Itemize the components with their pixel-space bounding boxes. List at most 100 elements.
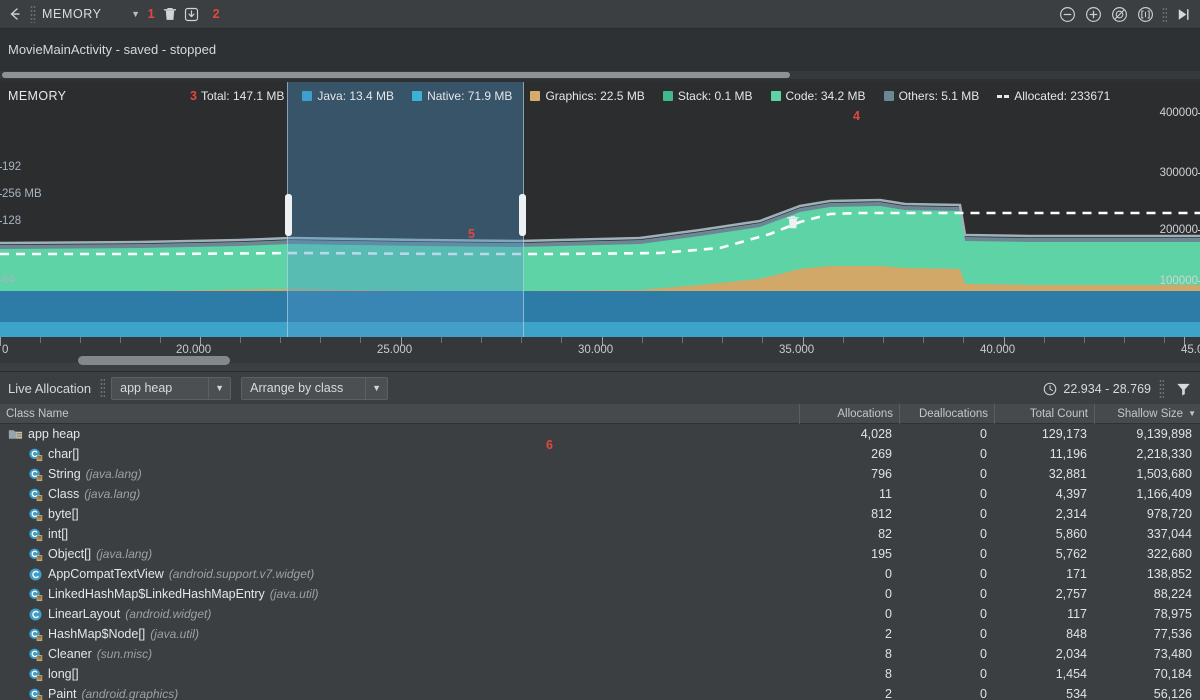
cell-allocations: 796 <box>871 467 892 481</box>
class-package-label: (android.graphics) <box>81 687 179 700</box>
cell-shallow-size: 978,720 <box>1146 507 1192 521</box>
allocation-title: Live Allocation <box>8 380 92 396</box>
cell-total-count: 2,034 <box>1055 647 1087 661</box>
table-row[interactable]: long[] 8 0 1,454 70,184 <box>0 664 1200 684</box>
class-name-label: char[] <box>48 447 80 461</box>
table-row[interactable]: LinearLayout (android.widget) 0 0 117 78,975 <box>0 604 1200 624</box>
class-name-label: Paint <box>48 687 77 700</box>
column-header-class-name[interactable]: Class Name <box>0 403 800 424</box>
class-package-label: (java.lang) <box>85 467 142 481</box>
class-name-label: long[] <box>48 667 79 681</box>
cell-shallow-size: 56,126 <box>1153 687 1192 700</box>
class-package-label: (sun.misc) <box>96 647 153 661</box>
table-row[interactable]: AppCompatTextView (android.support.v7.wid… <box>0 564 1200 584</box>
table-row[interactable]: Cleaner (sun.misc) 8 0 2,034 73,480 <box>0 644 1200 664</box>
class-array-icon <box>29 648 43 661</box>
allocation-table-body[interactable]: app heap 4,028 0 129,173 9,139,898 char[] 269 0… <box>0 424 1200 700</box>
timeline-range-thumb[interactable] <box>78 356 230 365</box>
table-row[interactable]: app heap 4,028 0 129,173 9,139,898 <box>0 424 1200 444</box>
arrange-select[interactable]: Arrange by class ▼ <box>241 376 389 400</box>
class-name-cell: Class (java.lang) <box>0 487 800 502</box>
timeline-range-scrollbar[interactable] <box>0 355 1200 367</box>
heap-select-value: app heap <box>120 381 173 395</box>
zoom-in-button[interactable] <box>1081 2 1106 27</box>
heap-select[interactable]: app heap ▼ <box>111 376 232 400</box>
class-name-cell: AppCompatTextView (android.support.v7.wid… <box>0 567 800 582</box>
class-name-label: app heap <box>28 427 81 441</box>
allocation-toolbar: Live Allocation app heap ▼ Arrange by cl… <box>0 371 1200 404</box>
class-name-label: Cleaner <box>48 647 92 661</box>
chart-selection-range[interactable] <box>285 82 526 337</box>
cell-total-count: 4,397 <box>1055 487 1087 501</box>
gc-event-marker[interactable] <box>786 215 800 236</box>
selection-range-text: 22.934 - 28.769 <box>1063 381 1151 396</box>
class-package-label: (android.widget) <box>125 607 212 621</box>
cell-deallocations: 0 <box>980 567 987 581</box>
cell-allocations: 11 <box>879 487 892 501</box>
selection-handle-left[interactable] <box>285 194 292 236</box>
cell-allocations: 2 <box>885 627 892 641</box>
cell-total-count: 1,454 <box>1055 667 1087 681</box>
table-row[interactable]: LinkedHashMap$LinkedHashMapEntry (java.ut… <box>0 584 1200 604</box>
process-dropdown-button[interactable]: ▼ <box>128 6 144 22</box>
class-name-cell: Cleaner (sun.misc) <box>0 647 800 662</box>
column-header-allocations[interactable]: Allocations <box>800 403 900 424</box>
cell-allocations: 812 <box>871 507 892 521</box>
profiler-title: MEMORY <box>42 7 102 21</box>
class-array-icon <box>29 668 43 681</box>
column-header-deallocations[interactable]: Deallocations <box>900 403 995 424</box>
zoom-in-icon <box>1086 7 1101 22</box>
cell-allocations: 8 <box>885 647 892 661</box>
zoom-to-selection-button[interactable] <box>1133 2 1158 27</box>
memory-chart[interactable]: 256 MB 192 128 64 400000 300000 200000 1… <box>0 82 1200 337</box>
cell-deallocations: 0 <box>980 547 987 561</box>
heap-folder-icon <box>8 429 23 439</box>
class-name-label: LinkedHashMap$LinkedHashMapEntry <box>48 587 265 601</box>
cell-allocations: 269 <box>871 447 892 461</box>
force-gc-button[interactable] <box>159 3 181 25</box>
table-row[interactable]: Paint (android.graphics) 2 0 534 56,126 <box>0 684 1200 700</box>
table-row[interactable]: byte[] 812 0 2,314 978,720 <box>0 504 1200 524</box>
cell-total-count: 2,314 <box>1055 507 1087 521</box>
session-scrollbar-track[interactable] <box>0 71 1200 79</box>
chevron-down-icon: ▼ <box>208 377 230 399</box>
filter-icon <box>1176 383 1190 395</box>
reset-zoom-icon <box>1112 7 1127 22</box>
annotation-1: 1 <box>147 7 155 21</box>
table-row[interactable]: String (java.lang) 796 0 32,881 1,503,680 <box>0 464 1200 484</box>
class-name-label: Object[] <box>48 547 92 561</box>
session-scrollbar-thumb[interactable] <box>2 72 790 78</box>
table-row[interactable]: int[] 82 0 5,860 337,044 <box>0 524 1200 544</box>
cell-deallocations: 0 <box>980 687 987 700</box>
cell-total-count: 2,757 <box>1055 587 1087 601</box>
table-row[interactable]: HashMap$Node[] (java.util) 2 0 848 77,536 <box>0 624 1200 644</box>
zoom-out-button[interactable] <box>1055 2 1080 27</box>
class-array-icon <box>29 488 43 501</box>
cell-deallocations: 0 <box>980 667 987 681</box>
column-header-shallow-size[interactable]: Shallow Size ▼ <box>1095 404 1200 424</box>
cell-shallow-size: 78,975 <box>1153 607 1192 621</box>
jump-to-live-button[interactable] <box>1171 2 1196 27</box>
cell-shallow-size: 337,044 <box>1146 527 1192 541</box>
allocation-separator <box>1159 378 1164 399</box>
filter-button[interactable] <box>1172 378 1194 400</box>
table-row[interactable]: Class (java.lang) 11 0 4,397 1,166,409 <box>0 484 1200 504</box>
trash-icon <box>787 216 799 229</box>
reset-zoom-button[interactable] <box>1107 2 1132 27</box>
selection-handle-right[interactable] <box>519 194 526 236</box>
class-package-label: (android.support.v7.widget) <box>168 567 315 581</box>
table-row[interactable]: char[] 269 0 11,196 2,218,330 <box>0 444 1200 464</box>
heap-dump-button[interactable] <box>181 3 203 25</box>
column-header-total-count[interactable]: Total Count <box>995 403 1095 424</box>
back-button[interactable] <box>0 0 30 28</box>
table-row[interactable]: Object[] (java.lang) 195 0 5,762 322,680 <box>0 544 1200 564</box>
allocation-range-controls: 22.934 - 28.769 <box>1043 372 1194 405</box>
class-icon <box>29 608 42 620</box>
cell-allocations: 0 <box>885 587 892 601</box>
class-package-label: (java.util) <box>269 587 319 601</box>
chevron-down-icon: ▼ <box>365 377 387 399</box>
session-label: MovieMainActivity - saved - stopped <box>8 42 217 57</box>
cell-deallocations: 0 <box>980 527 987 541</box>
allocation-drag-grip[interactable] <box>100 378 106 398</box>
toolbar-drag-grip[interactable] <box>30 5 36 23</box>
